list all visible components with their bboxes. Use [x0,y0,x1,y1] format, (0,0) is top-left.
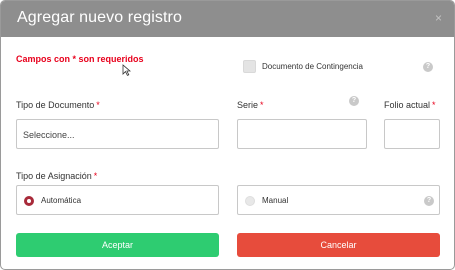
radio-selected-icon[interactable] [24,196,34,206]
help-icon-manual[interactable]: ? [424,196,434,206]
accept-button[interactable]: Aceptar [16,233,219,257]
required-marker: * [96,100,100,110]
mouse-cursor-icon [122,64,131,76]
close-icon[interactable]: × [435,11,442,25]
radio-unselected-icon[interactable] [245,196,255,206]
document-type-value: Seleccione... [23,130,75,140]
required-marker: * [93,171,98,181]
add-record-modal: Agregar nuevo registro × Campos con * so… [0,0,455,270]
radio-manual-label: Manual [262,196,289,205]
modal-title: Agregar nuevo registro [17,9,182,26]
modal-header: Agregar nuevo registro × [1,1,454,37]
required-fields-note: Campos con * son requeridos [16,54,144,64]
help-icon-contingency[interactable]: ? [423,62,433,72]
required-marker: * [260,100,264,110]
document-type-label: Tipo de Documento * [16,100,100,110]
folio-label: Folio actual * [384,100,436,110]
contingency-checkbox[interactable] [243,60,256,73]
folio-input[interactable] [384,119,440,149]
required-marker: * [432,100,436,110]
contingency-label: Documento de Contingencia [262,62,363,71]
cancel-button[interactable]: Cancelar [237,233,440,257]
radio-automatic-label: Automática [41,196,82,205]
serie-input[interactable] [237,119,367,149]
assignment-type-label: Tipo de Asignación * [16,171,98,181]
help-icon-serie[interactable]: ? [349,96,359,106]
radio-option-automatic[interactable]: Automática [16,185,219,215]
radio-option-manual[interactable]: Manual ? [237,185,440,215]
document-type-select[interactable]: Seleccione... [16,119,219,149]
serie-label: Serie * [237,100,264,110]
